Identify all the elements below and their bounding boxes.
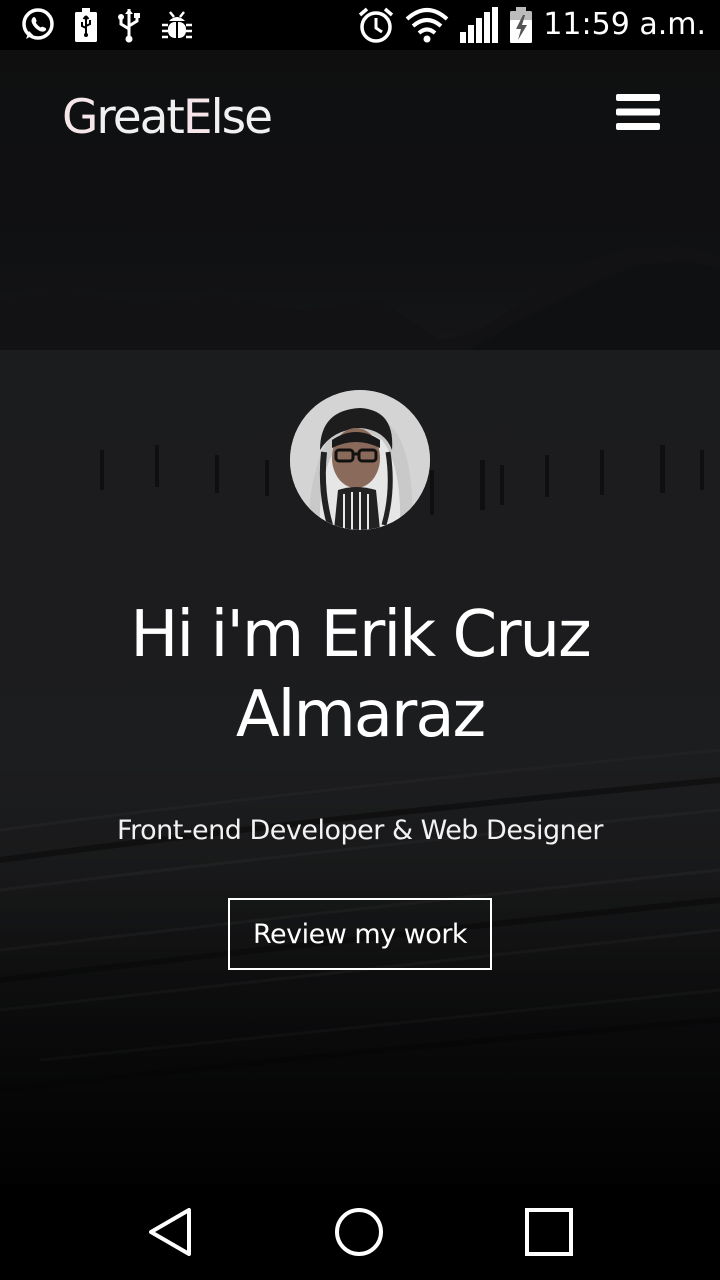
- nav-recents-button[interactable]: [489, 1184, 609, 1280]
- review-my-work-button[interactable]: Review my work: [228, 898, 492, 970]
- phone-screen: 11:59 a.m. GreatElse Hi i'm Erik Cruz Al…: [0, 0, 720, 1280]
- battery-usb-icon: [74, 7, 98, 43]
- status-time: 11:59 a.m.: [543, 7, 706, 42]
- usb-icon: [116, 7, 142, 43]
- alarm-clock-icon: [357, 6, 395, 44]
- logo-letter-e: E: [182, 90, 213, 145]
- logo-text-reat: reat: [96, 90, 184, 145]
- nav-back-button[interactable]: [110, 1184, 230, 1280]
- logo-text-lse: lse: [210, 90, 273, 145]
- status-system-icons: 11:59 a.m.: [357, 6, 706, 44]
- status-notification-icons: [20, 7, 194, 43]
- hamburger-menu-button[interactable]: [616, 94, 660, 130]
- android-navigation-bar: [0, 1184, 720, 1280]
- battery-charging-icon: [509, 6, 533, 44]
- back-triangle-icon: [149, 1208, 191, 1256]
- cellular-signal-icon: [459, 6, 499, 44]
- status-bar: 11:59 a.m.: [0, 0, 720, 50]
- hero-title: Hi i'm Erik Cruz Almaraz: [130, 598, 591, 752]
- whatsapp-icon: [20, 7, 56, 43]
- home-circle-icon: [335, 1208, 383, 1256]
- hero-section: GreatElse Hi i'm Erik Cruz Almaraz Front…: [0, 50, 720, 1184]
- nav-home-button[interactable]: [299, 1184, 419, 1280]
- wifi-icon: [405, 7, 449, 43]
- hero-subtitle: Front-end Developer & Web Designer: [117, 815, 603, 846]
- debug-bug-icon: [160, 7, 194, 43]
- logo-letter-g: G: [62, 90, 98, 145]
- profile-avatar: [290, 390, 430, 530]
- site-logo[interactable]: GreatElse: [62, 90, 273, 145]
- hamburger-menu-icon: [616, 94, 660, 130]
- recents-square-icon: [525, 1208, 573, 1256]
